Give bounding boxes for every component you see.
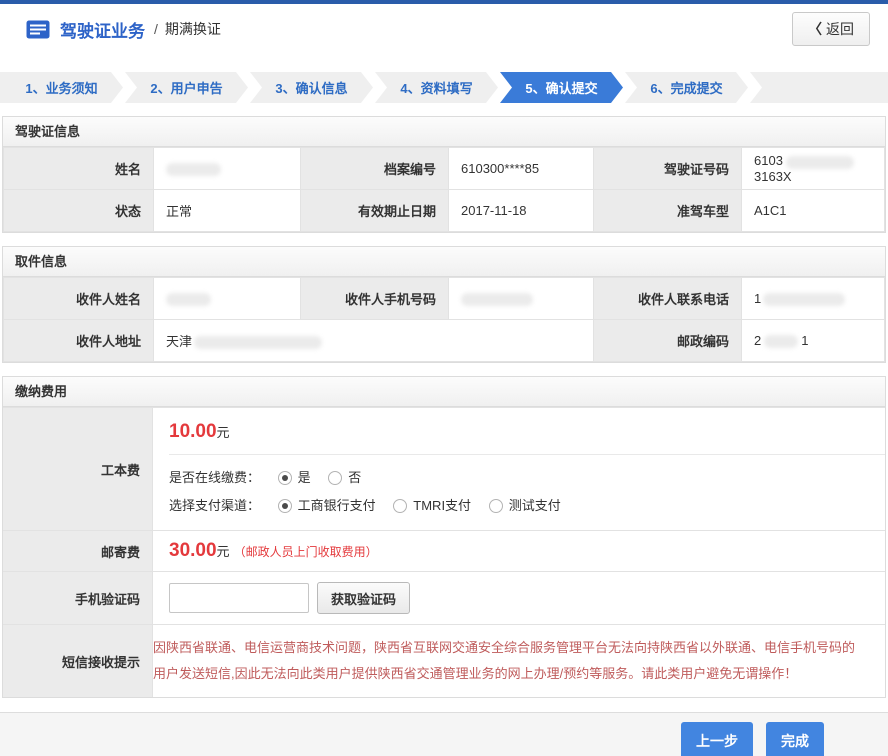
vehicle-class-value: A1C1 — [742, 190, 885, 232]
table-row: 状态 正常 有效期止日期 2017-11-18 准驾车型 A1C1 — [4, 190, 885, 232]
redacted-address — [194, 336, 322, 349]
recipient-phone-value: 1 — [742, 278, 885, 320]
recipient-mobile-label: 收件人手机号码 — [301, 278, 449, 320]
step-4-fill-materials[interactable]: 4、资料填写 — [375, 72, 498, 103]
step-bar-filler — [750, 72, 888, 103]
back-button[interactable]: 〈返回 — [792, 12, 870, 46]
file-number-value: 610300****85 — [449, 148, 594, 190]
work-fee-row: 工本费 10.00元 是否在线缴费： 是 否 选择支付渠道： 工商银行支付 TM… — [3, 407, 885, 530]
step-1-business-notice[interactable]: 1、业务须知 — [0, 72, 123, 103]
mail-fee-content: 30.00元 （邮政人员上门收取费用） — [153, 531, 885, 571]
radio-channel-tmri-label[interactable]: TMRI支付 — [413, 498, 471, 513]
radio-channel-icbc[interactable] — [278, 499, 292, 513]
recipient-mobile-value — [449, 278, 594, 320]
step-5-confirm-submit[interactable]: 5、确认提交 — [500, 72, 623, 103]
radio-online-yes-label[interactable]: 是 — [298, 470, 311, 485]
recipient-name-label: 收件人姓名 — [4, 278, 154, 320]
sms-code-label: 手机验证码 — [3, 572, 153, 624]
redacted-name — [166, 163, 221, 176]
vehicle-class-label: 准驾车型 — [594, 190, 742, 232]
online-payment-line: 是否在线缴费： 是 否 — [169, 464, 885, 492]
fees-section-title: 缴纳费用 — [3, 377, 885, 407]
recipient-phone-label: 收件人联系电话 — [594, 278, 742, 320]
step-progress-bar: 1、业务须知 2、用户申告 3、确认信息 4、资料填写 5、确认提交 6、完成提… — [0, 72, 888, 103]
radio-online-no-label[interactable]: 否 — [348, 470, 361, 485]
expiry-label: 有效期止日期 — [301, 190, 449, 232]
redacted-mobile — [461, 293, 533, 306]
table-row: 收件人姓名 收件人手机号码 收件人联系电话 1 — [4, 278, 885, 320]
table-row: 姓名 档案编号 610300****85 驾驶证号码 61033163X — [4, 148, 885, 190]
sms-code-row: 手机验证码 获取验证码 — [3, 571, 885, 624]
redacted-postcode — [764, 335, 798, 348]
breadcrumb-separator: / — [154, 21, 158, 37]
radio-channel-test[interactable] — [489, 499, 503, 513]
sms-notice-row: 短信接收提示 因陕西省联通、电信运营商技术问题，陕西省互联网交通安全综合服务管理… — [3, 624, 885, 697]
license-section-title: 驾驶证信息 — [3, 117, 885, 147]
recipient-address-value: 天津 — [154, 320, 594, 362]
work-fee-amount-line: 10.00元 — [169, 408, 885, 454]
postcode-label: 邮政编码 — [594, 320, 742, 362]
license-info-section: 驾驶证信息 姓名 档案编号 610300****85 驾驶证号码 6103316… — [2, 116, 886, 233]
work-fee-amount: 10.00 — [169, 421, 217, 442]
status-label: 状态 — [4, 190, 154, 232]
previous-step-button[interactable]: 上一步 — [681, 722, 753, 756]
license-info-table: 姓名 档案编号 610300****85 驾驶证号码 61033163X 状态 … — [3, 147, 885, 232]
sms-code-content: 获取验证码 — [153, 572, 885, 624]
fees-section: 缴纳费用 工本费 10.00元 是否在线缴费： 是 否 选择支付渠道： 工商银行… — [2, 376, 886, 698]
pickup-info-table: 收件人姓名 收件人手机号码 收件人联系电话 1 收件人地址 天津 邮政编码 21 — [3, 277, 885, 362]
redacted-recipient-name — [166, 293, 211, 306]
get-code-button[interactable]: 获取验证码 — [317, 582, 410, 614]
step-6-complete-submit[interactable]: 6、完成提交 — [625, 72, 748, 103]
payment-channel-line: 选择支付渠道： 工商银行支付 TMRI支付 测试支付 — [169, 492, 885, 520]
file-number-label: 档案编号 — [301, 148, 449, 190]
radio-channel-tmri[interactable] — [393, 499, 407, 513]
mail-fee-unit: 元 — [217, 544, 230, 559]
radio-online-yes[interactable] — [278, 471, 292, 485]
pickup-section-title: 取件信息 — [3, 247, 885, 277]
finish-button[interactable]: 完成 — [766, 722, 824, 756]
mail-fee-label: 邮寄费 — [3, 531, 153, 571]
name-value — [154, 148, 301, 190]
work-fee-label: 工本费 — [3, 408, 153, 530]
mail-fee-row: 邮寄费 30.00元 （邮政人员上门收取费用） — [3, 530, 885, 571]
postcode-value: 21 — [742, 320, 885, 362]
header: 驾驶证业务 / 期满换证 〈返回 — [0, 4, 888, 54]
recipient-address-label: 收件人地址 — [4, 320, 154, 362]
footer-action-bar: 上一步 完成 — [0, 712, 888, 756]
radio-channel-icbc-label[interactable]: 工商银行支付 — [298, 498, 376, 513]
license-number-label: 驾驶证号码 — [594, 148, 742, 190]
recipient-name-value — [154, 278, 301, 320]
step-2-user-declaration[interactable]: 2、用户申告 — [125, 72, 248, 103]
redacted-phone — [763, 293, 845, 306]
redacted-license-number — [786, 156, 854, 169]
expiry-value: 2017-11-18 — [449, 190, 594, 232]
online-payment-question: 是否在线缴费： — [169, 470, 260, 485]
license-number-value: 61033163X — [742, 148, 885, 190]
breadcrumb-current: 期满换证 — [165, 19, 221, 39]
work-fee-unit: 元 — [217, 425, 230, 440]
back-chevron-icon: 〈 — [808, 21, 822, 37]
name-label: 姓名 — [4, 148, 154, 190]
page-title: 驾驶证业务 — [60, 17, 145, 42]
mail-fee-amount: 30.00 — [169, 540, 217, 561]
work-fee-content: 10.00元 是否在线缴费： 是 否 选择支付渠道： 工商银行支付 TMRI支付… — [153, 408, 885, 530]
page: 驾驶证业务 / 期满换证 〈返回 1、业务须知 2、用户申告 3、确认信息 4、… — [0, 0, 888, 756]
sms-notice-text: 因陕西省联通、电信运营商技术问题，陕西省互联网交通安全综合服务管理平台无法向持陕… — [153, 635, 861, 687]
radio-online-no[interactable] — [328, 471, 342, 485]
sms-notice-content: 因陕西省联通、电信运营商技术问题，陕西省互联网交通安全综合服务管理平台无法向持陕… — [153, 625, 885, 697]
sms-code-input[interactable] — [169, 583, 309, 613]
mail-fee-note: （邮政人员上门收取费用） — [234, 545, 378, 559]
payment-options: 是否在线缴费： 是 否 选择支付渠道： 工商银行支付 TMRI支付 测试支付 — [169, 454, 885, 530]
pickup-info-section: 取件信息 收件人姓名 收件人手机号码 收件人联系电话 1 收件人地址 天津 邮政… — [2, 246, 886, 363]
sms-notice-label: 短信接收提示 — [3, 625, 153, 697]
license-business-icon — [26, 20, 50, 39]
back-button-label: 返回 — [826, 21, 854, 37]
table-row: 收件人地址 天津 邮政编码 21 — [4, 320, 885, 362]
step-3-confirm-info[interactable]: 3、确认信息 — [250, 72, 373, 103]
payment-channel-question: 选择支付渠道： — [169, 498, 260, 513]
status-value: 正常 — [154, 190, 301, 232]
radio-channel-test-label[interactable]: 测试支付 — [509, 498, 561, 513]
